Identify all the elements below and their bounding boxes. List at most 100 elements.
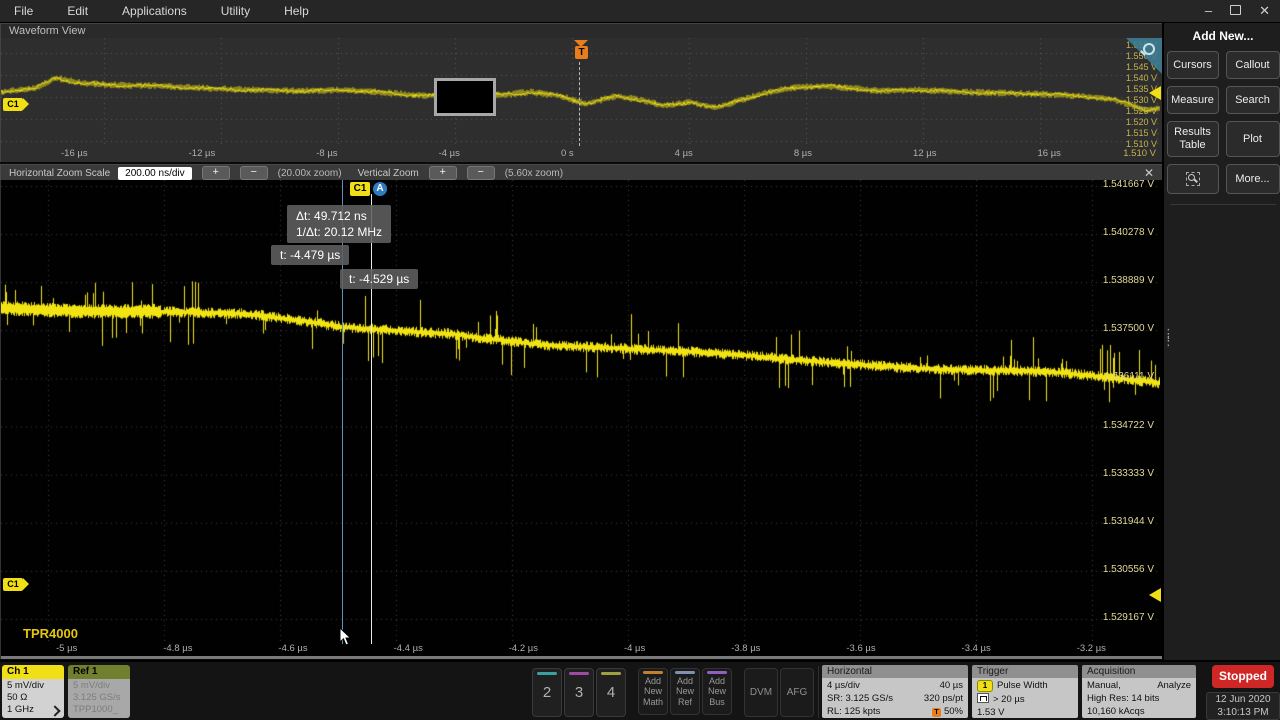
volt-tick: 1.515 V bbox=[1126, 129, 1157, 138]
time-tick: -4 µs bbox=[624, 643, 645, 654]
pulse-width-icon bbox=[977, 693, 989, 703]
waveform-view-header: Waveform View bbox=[0, 23, 1163, 39]
vzoom-decrease-button[interactable]: − bbox=[467, 166, 495, 180]
add-new-bus-button[interactable]: Add New Bus bbox=[702, 668, 732, 715]
ref1-badge[interactable]: Ref 1 5 mV/div 3.125 GS/s TPP1000_ bbox=[68, 665, 130, 718]
cursor-a-time-readout: t: -4.479 µs bbox=[271, 245, 349, 265]
time-tick: -4 µs bbox=[439, 148, 460, 159]
model-label: TPR4000 bbox=[23, 626, 78, 641]
cursor-b-line[interactable] bbox=[371, 194, 372, 644]
horizontal-duration: 40 µs bbox=[940, 679, 963, 692]
zoom-volt-axis: 1.541667 V1.540278 V1.538889 V1.537500 V… bbox=[1103, 179, 1154, 623]
trigger-type: Pulse Width bbox=[997, 680, 1048, 691]
view-bottom-edge[interactable] bbox=[1, 656, 1162, 659]
sample-rate: SR: 3.125 GS/s bbox=[827, 692, 893, 705]
acquisition-panel[interactable]: Acquisition Manual, Analyze High Res: 14… bbox=[1082, 665, 1196, 718]
minimize-button[interactable]: – bbox=[1205, 0, 1212, 22]
close-button[interactable]: ✕ bbox=[1259, 0, 1270, 22]
horizontal-zoom-scale-label: Horizontal Zoom Scale bbox=[9, 168, 110, 179]
plot-button[interactable]: Plot bbox=[1226, 121, 1280, 157]
cursor-b-time-readout: t: -4.529 µs bbox=[340, 269, 418, 289]
time-tick: 4 µs bbox=[675, 148, 693, 159]
time-tick: -4.2 µs bbox=[509, 643, 538, 654]
time-tick: -4.6 µs bbox=[278, 643, 307, 654]
trigger-position: T50% bbox=[932, 705, 963, 718]
measure-button[interactable]: Measure bbox=[1167, 86, 1219, 114]
vertical-zoom-label: Vertical Zoom bbox=[358, 168, 419, 179]
zoom-waveform[interactable] bbox=[1, 180, 1160, 641]
volt-tick: 1.520 V bbox=[1126, 118, 1157, 127]
trigger-marker[interactable]: T bbox=[575, 46, 588, 59]
mouse-pointer bbox=[339, 627, 353, 647]
time-tick: -3.8 µs bbox=[731, 643, 760, 654]
sidebar-buttons: Cursors Callout Measure Search Results T… bbox=[1164, 51, 1280, 194]
horizontal-panel[interactable]: Horizontal 4 µs/div 40 µs SR: 3.125 GS/s… bbox=[822, 665, 968, 718]
acquisition-mode: Manual, bbox=[1087, 679, 1121, 692]
channel2-button[interactable]: 2 bbox=[532, 668, 562, 717]
callout-button[interactable]: Callout bbox=[1226, 51, 1280, 79]
vzoom-factor: (5.60x zoom) bbox=[505, 168, 563, 179]
time-tick: -4.4 µs bbox=[394, 643, 423, 654]
menu-item[interactable]: Edit bbox=[67, 4, 88, 18]
search-button[interactable]: Search bbox=[1226, 86, 1280, 114]
volt-tick: 1.540278 V bbox=[1103, 227, 1154, 238]
cursors-button[interactable]: Cursors bbox=[1167, 51, 1219, 79]
time-tick: -5 µs bbox=[56, 643, 77, 654]
channel1-name: Ch 1 bbox=[2, 665, 64, 679]
channel3-button[interactable]: 3 bbox=[564, 668, 594, 717]
cursor-a-badge[interactable]: A bbox=[373, 182, 387, 196]
restore-button[interactable] bbox=[1230, 0, 1241, 22]
channel4-button[interactable]: 4 bbox=[596, 668, 626, 717]
channel-level-arrow-icon bbox=[1149, 86, 1161, 100]
overview-panel: 1.555 V1.550 V1.545 V1.540 V1.535 V1.530… bbox=[0, 38, 1163, 162]
zoom-selection-box[interactable] bbox=[434, 78, 496, 116]
cursor-channel-badge[interactable]: C1 bbox=[350, 182, 370, 196]
trigger-level: 1.53 V bbox=[977, 706, 1073, 718]
vzoom-increase-button[interactable]: + bbox=[429, 166, 457, 180]
dvm-button[interactable]: DVM bbox=[744, 668, 778, 717]
sample-interval: 320 ps/pt bbox=[924, 692, 963, 705]
hzoom-increase-button[interactable]: + bbox=[202, 166, 230, 180]
menu-item[interactable]: Applications bbox=[122, 4, 187, 18]
magnifier-icon bbox=[1143, 43, 1155, 55]
hzoom-decrease-button[interactable]: − bbox=[240, 166, 268, 180]
acquisition-count: 10,160 kAcqs bbox=[1087, 705, 1191, 718]
zoom-tool-button[interactable] bbox=[1167, 164, 1219, 194]
acquisition-title: Acquisition bbox=[1082, 665, 1196, 678]
time-tick: 8 µs bbox=[794, 148, 812, 159]
run-stop-status-button[interactable]: Stopped bbox=[1212, 665, 1274, 688]
channel1-marker-zoom[interactable]: C1 bbox=[3, 578, 23, 591]
zoom-scale-value[interactable]: 200.00 ns/div bbox=[118, 167, 192, 180]
trigger-title: Trigger bbox=[972, 665, 1078, 678]
add-new-math-button[interactable]: Add New Math bbox=[638, 668, 668, 715]
overview-corner-volt: 1.510 V bbox=[1123, 148, 1156, 159]
volt-tick: 1.536111 V bbox=[1104, 371, 1154, 382]
add-new-ref-button[interactable]: Add New Ref bbox=[670, 668, 700, 715]
time-tick: 0 s bbox=[561, 148, 574, 159]
channel1-badge[interactable]: Ch 1 5 mV/div 50 Ω 1 GHz bbox=[2, 665, 64, 718]
time-tick: -3.6 µs bbox=[846, 643, 875, 654]
results-table-label-line1: Results bbox=[1174, 126, 1211, 139]
menu-item[interactable]: File bbox=[14, 4, 33, 18]
time: 3:10:13 PM bbox=[1207, 706, 1279, 719]
ref1-probe: TPP1000_ bbox=[73, 704, 130, 716]
panel-resize-handle[interactable]: ⋮⋮ bbox=[1162, 330, 1170, 352]
channel1-marker-overview[interactable]: C1 bbox=[3, 98, 23, 111]
delta-t-value: Δt: 49.712 ns bbox=[296, 208, 382, 224]
time-tick: -3.2 µs bbox=[1077, 643, 1106, 654]
afg-button[interactable]: AFG bbox=[780, 668, 814, 717]
record-length: RL: 125 kpts bbox=[827, 705, 880, 718]
results-table-button[interactable]: Results Table bbox=[1167, 121, 1219, 157]
add-new-sidebar: Add New... Cursors Callout Measure Searc… bbox=[1162, 23, 1280, 660]
ch1-scale: 5 mV/div bbox=[7, 680, 64, 692]
menu-item[interactable]: Help bbox=[284, 4, 309, 18]
horizontal-scale: 4 µs/div bbox=[827, 679, 860, 692]
volt-tick: 1.510 V bbox=[1126, 140, 1157, 149]
trigger-source-badge: 1 bbox=[977, 680, 993, 692]
more-button[interactable]: More... bbox=[1226, 164, 1280, 194]
menu-item[interactable]: Utility bbox=[221, 4, 250, 18]
date: 12 Jun 2020 bbox=[1207, 693, 1279, 706]
volt-tick: 1.537500 V bbox=[1103, 323, 1154, 334]
trigger-panel[interactable]: Trigger 1Pulse Width > 20 µs 1.53 V bbox=[972, 665, 1078, 718]
status-bar: Ch 1 5 mV/div 50 Ω 1 GHz Ref 1 5 mV/div … bbox=[0, 660, 1280, 720]
